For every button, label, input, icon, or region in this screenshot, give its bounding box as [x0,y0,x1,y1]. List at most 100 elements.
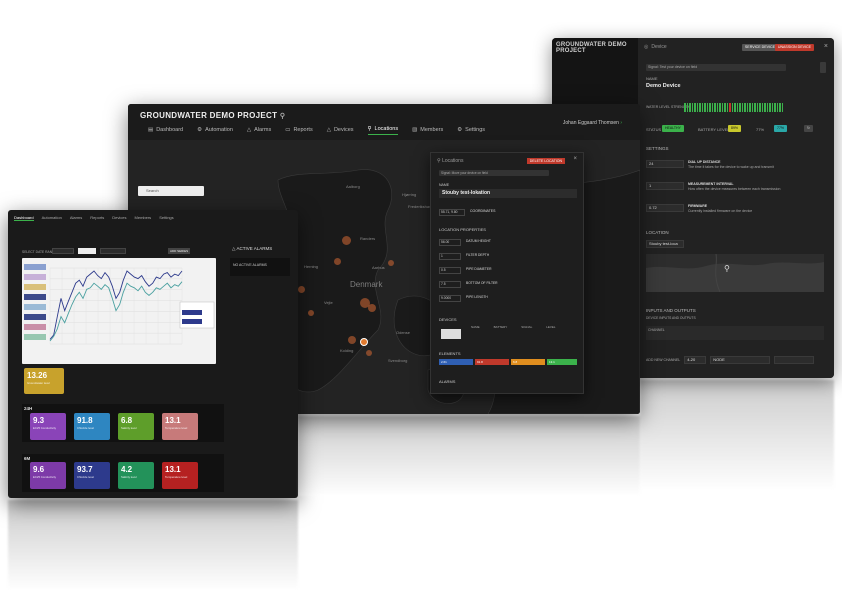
nav-alarms[interactable]: △ Alarms [247,126,271,135]
tab-devices[interactable]: Devices [112,215,126,221]
toggle-button[interactable] [820,62,826,73]
close-icon[interactable]: × [573,156,577,162]
status-label: STATUS [646,127,662,132]
tab-reports[interactable]: Reports [90,215,104,221]
refresh-button[interactable]: ↻ [804,125,813,132]
dashboard-tabs: Dashboard Automation Alarms Reports Devi… [14,215,174,221]
legend-swatch[interactable] [24,264,46,270]
property-field[interactable]: 9.0000 [439,295,461,302]
nav-locations[interactable]: ⚲ Locations [367,126,399,135]
location-marker[interactable] [388,260,394,266]
legend-swatch[interactable] [24,284,46,290]
device-header-label: Device [651,44,667,50]
tab-settings[interactable]: Settings [159,215,173,221]
location-title: LOCATION [646,230,669,235]
metric-tile[interactable]: 13.1 Temperature level [162,462,198,489]
property-row: 56.00 DATUM HEIGHT [439,239,491,246]
date-input[interactable] [78,248,96,254]
metric-tile[interactable]: 93.7 Chloride level [74,462,110,489]
series-line [49,270,183,340]
alarms-box: NO ACTIVE ALARMS [230,258,290,276]
report-icon: ▭ [285,126,291,133]
battery-badge: 89% [728,125,742,132]
nav-reports[interactable]: ▭ Reports [285,126,312,135]
add-channel-node[interactable]: NODE [710,356,771,364]
metric-tile[interactable]: 6.8 Salinity level [118,413,154,440]
metric-tile[interactable]: 9.6 EC25 Conductivity [30,462,66,489]
add-channel-row: ADD NEW CHANNEL 4-20 NODE [646,356,815,364]
property-row: 9.0000 PIPE LENGTH [439,295,488,302]
main-nav: ▤ Dashboard ⚙ Automation △ Alarms ▭ Reports … [148,126,485,135]
location-marker[interactable] [342,236,351,245]
legend-swatch[interactable] [24,294,46,300]
metric-tile[interactable]: 13.1 Temperature level [162,413,198,440]
metric-tile[interactable]: 91.8 Chloride level [74,413,110,440]
location-marker[interactable] [366,350,372,356]
location-name-field[interactable]: Stouby test-lokation [439,189,577,198]
metric-tile[interactable]: 9.3 EC25 Conductivity [30,413,66,440]
setting-select[interactable]: 0.72 [646,204,684,212]
nav-automation[interactable]: ⚙ Automation [197,126,233,135]
nav-dashboard[interactable]: ▤ Dashboard [148,126,183,135]
property-row: 0.5 PIPE DIAMETER [439,267,491,274]
coordinate-field[interactable]: 55.71, 9.80 [439,209,465,216]
legend-swatch[interactable] [24,304,46,310]
legend-swatch[interactable] [24,274,46,280]
add-channel-select[interactable]: 4-20 [684,356,707,364]
device-location-map: ⚲ [646,254,824,292]
date-range-select[interactable] [52,248,74,254]
delete-location-button[interactable]: DELETE LOCATION [526,158,565,164]
name-label: NAME [646,76,658,81]
nav-devices[interactable]: △ Devices [327,126,354,135]
location-marker[interactable] [298,286,305,293]
property-field[interactable]: 1 [439,253,461,260]
legend-swatch[interactable] [24,324,46,330]
property-field[interactable]: 0.5 [439,267,461,274]
location-select[interactable]: Stouby test-loca [646,240,684,248]
unassign-device-button[interactable]: UNASSIGN DEVICE [774,44,814,51]
property-field[interactable]: 56.00 [439,239,461,246]
tab-automation[interactable]: Automation [42,215,62,221]
add-series-button[interactable]: ADD SERIES [168,248,191,254]
project-title: GROUNDWATER DEMO PROJECT [556,42,627,54]
nav-members[interactable]: ▧ Members [412,126,443,135]
location-marker[interactable] [368,304,376,312]
tile-label: Groundwater level [27,381,50,385]
legend-swatch[interactable] [24,334,46,340]
nav-settings[interactable]: ⚙ Settings [457,126,485,135]
setting-title: MEASUREMENT INTERVAL [688,182,734,186]
groundwater-tile[interactable]: 13.26 Groundwater level [24,368,64,394]
device-search-input[interactable]: Signal: Test your device on field [646,64,786,71]
signal-level-label: 77% [756,127,765,132]
property-field[interactable]: 7.5 [439,281,461,288]
city-label: Kolding [340,348,354,353]
tab-dashboard[interactable]: Dashboard [14,215,34,221]
add-channel-button[interactable] [774,356,815,364]
legend-swatch[interactable] [24,314,46,320]
tab-members[interactable]: Members [135,215,152,221]
city-label: Aalborg [346,184,360,189]
map-search-input[interactable]: Search [138,186,204,196]
service-device-button[interactable]: SERVICE DEVICE [741,44,778,51]
element-chip[interactable]: 13.1 [547,359,577,365]
close-icon[interactable]: × [824,43,828,50]
user-menu[interactable]: Johan Eggaard Thomsen › [563,120,622,126]
location-search-input[interactable]: Signal: Move your device on field [439,170,549,176]
location-marker[interactable] [348,336,356,344]
device-table-header: NAME BATTERY SIGNAL LEVEL [471,325,556,329]
element-chip[interactable]: 6.8 [511,359,545,365]
setting-row: 1 MEASUREMENT INTERVAL How often the devi… [646,182,808,191]
series-select[interactable] [100,248,126,254]
tab-alarms[interactable]: Alarms [70,215,82,221]
element-chip[interactable]: 91.8 [475,359,509,365]
setting-select[interactable]: 1 [646,182,684,190]
element-chip[interactable]: 2.61 [439,359,473,365]
location-marker[interactable] [334,258,341,265]
device-header: ◎ Device [644,44,667,50]
map-country-label: Denmark [350,280,383,289]
metric-tile[interactable]: 4.2 Salinity level [118,462,154,489]
location-marker[interactable] [308,310,314,316]
setting-select[interactable]: 24 [646,160,684,168]
tooltip-swatch [182,310,202,315]
selected-location-marker[interactable] [360,338,368,346]
